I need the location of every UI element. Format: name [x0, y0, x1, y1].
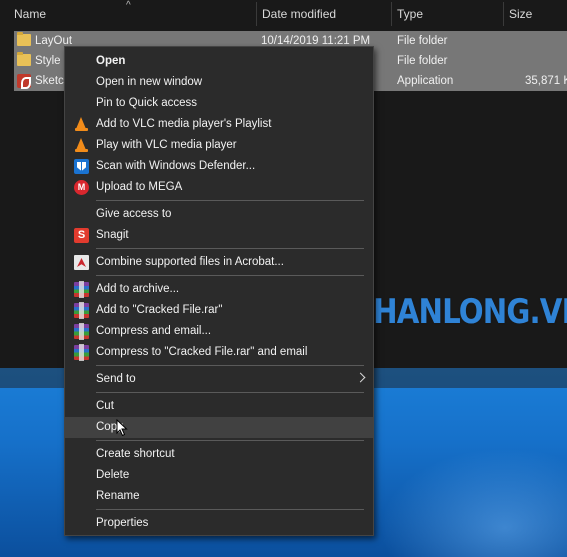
menu-item-label: Open — [96, 55, 126, 67]
menu-item-label: Play with VLC media player — [96, 139, 237, 151]
sketchup-icon — [17, 74, 31, 89]
winrar-icon — [74, 302, 89, 319]
column-headers: ^ Name Date modified Type Size — [0, 0, 567, 28]
menu-item-label: Upload to MEGA — [96, 181, 183, 193]
menu-item-open[interactable]: Open — [65, 51, 373, 72]
menu-item-label: Cut — [96, 400, 114, 412]
menu-item-add-to-cracked-file-rar[interactable]: Add to "Cracked File.rar" — [65, 300, 373, 321]
windows-defender-icon — [74, 159, 89, 174]
menu-item-combine-in-acrobat[interactable]: Combine supported files in Acrobat... — [65, 252, 373, 273]
menu-item-send-to[interactable]: Send to — [65, 369, 373, 390]
menu-item-label: Rename — [96, 490, 140, 502]
menu-item-pin-to-quick-access[interactable]: Pin to Quick access — [65, 93, 373, 114]
menu-item-add-to-vlc-playlist[interactable]: Add to VLC media player's Playlist — [65, 114, 373, 135]
menu-item-delete[interactable]: Delete — [65, 465, 373, 486]
acrobat-icon — [74, 255, 89, 270]
snagit-icon — [74, 228, 89, 243]
menu-item-scan-with-defender[interactable]: Scan with Windows Defender... — [65, 156, 373, 177]
menu-item-snagit[interactable]: Snagit — [65, 225, 373, 246]
menu-separator — [96, 200, 364, 201]
menu-separator — [96, 509, 364, 510]
menu-item-label: Scan with Windows Defender... — [96, 160, 256, 172]
menu-item-label: Create shortcut — [96, 448, 175, 460]
chevron-right-icon — [355, 372, 366, 383]
file-type: File folder — [397, 55, 448, 67]
menu-item-play-with-vlc[interactable]: Play with VLC media player — [65, 135, 373, 156]
winrar-icon — [74, 323, 89, 340]
menu-item-rename[interactable]: Rename — [65, 486, 373, 507]
column-header-name[interactable]: Name — [8, 0, 256, 28]
menu-separator — [96, 275, 364, 276]
menu-item-compress-and-email[interactable]: Compress and email... — [65, 321, 373, 342]
file-size: 35,871 K — [525, 75, 567, 87]
watermark: THANLONG.VN — [354, 292, 567, 332]
menu-item-compress-to-rar-and-email[interactable]: Compress to "Cracked File.rar" and email — [65, 342, 373, 363]
menu-item-upload-to-mega[interactable]: Upload to MEGA — [65, 177, 373, 198]
menu-separator — [96, 440, 364, 441]
column-header-size[interactable]: Size — [503, 0, 567, 28]
vlc-icon — [74, 138, 89, 153]
file-type: Application — [397, 75, 454, 87]
context-menu: Open Open in new window Pin to Quick acc… — [64, 46, 374, 536]
menu-item-label: Properties — [96, 517, 149, 529]
menu-item-add-to-archive[interactable]: Add to archive... — [65, 279, 373, 300]
winrar-icon — [74, 281, 89, 298]
menu-item-label: Snagit — [96, 229, 129, 241]
menu-item-give-access-to[interactable]: Give access to — [65, 204, 373, 225]
vlc-icon — [74, 117, 89, 132]
column-header-date-modified[interactable]: Date modified — [256, 0, 390, 28]
menu-item-label: Add to archive... — [96, 283, 180, 295]
menu-item-label: Compress and email... — [96, 325, 212, 337]
menu-item-copy[interactable]: Copy — [65, 417, 373, 438]
menu-item-label: Open in new window — [96, 76, 203, 88]
menu-item-properties[interactable]: Properties — [65, 513, 373, 534]
column-header-type[interactable]: Type — [391, 0, 503, 28]
menu-separator — [96, 248, 364, 249]
winrar-icon — [74, 344, 89, 361]
menu-item-label: Combine supported files in Acrobat... — [96, 256, 284, 268]
mega-icon — [74, 180, 89, 195]
menu-separator — [96, 365, 364, 366]
menu-item-label: Send to — [96, 373, 136, 385]
menu-item-cut[interactable]: Cut — [65, 396, 373, 417]
menu-separator — [96, 392, 364, 393]
menu-item-label: Delete — [96, 469, 130, 481]
menu-item-label: Pin to Quick access — [96, 97, 197, 109]
folder-icon — [17, 32, 31, 46]
menu-item-label: Give access to — [96, 208, 172, 220]
menu-item-create-shortcut[interactable]: Create shortcut — [65, 444, 373, 465]
folder-icon — [17, 52, 31, 66]
menu-item-label: Add to "Cracked File.rar" — [96, 304, 223, 316]
menu-item-label: Compress to "Cracked File.rar" and email — [96, 346, 308, 358]
menu-item-label: Add to VLC media player's Playlist — [96, 118, 272, 130]
file-type: File folder — [397, 35, 448, 47]
menu-item-open-in-new-window[interactable]: Open in new window — [65, 72, 373, 93]
